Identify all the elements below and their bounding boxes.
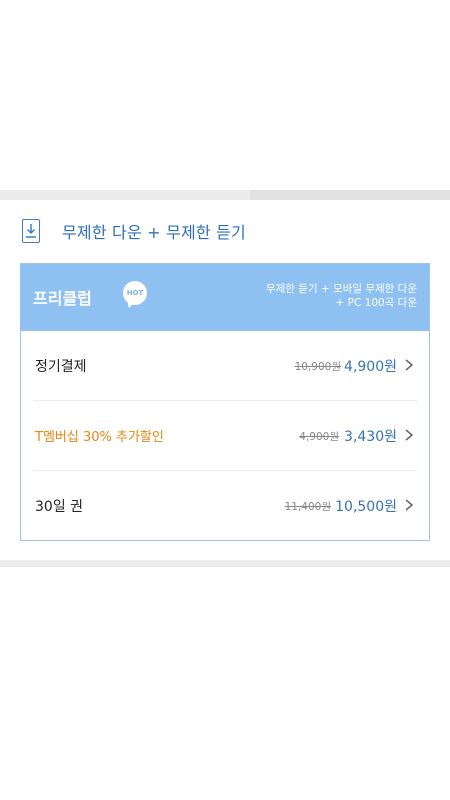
plan-description-line1: 무제한 듣기 + 모바일 무제한 다운 xyxy=(265,283,417,295)
option-original-price: 10,900원 xyxy=(294,361,341,373)
option-original-price: 11,400원 xyxy=(284,501,331,513)
option-label: 정기결제 xyxy=(35,359,87,375)
option-row-regular-payment[interactable]: 정기결제 10,900원 4,900원 xyxy=(33,331,417,401)
top-divider-shade xyxy=(250,190,450,200)
plan-name: 프리클럽 xyxy=(33,289,92,308)
chevron-right-icon xyxy=(405,429,414,441)
option-price: 4,900원 xyxy=(344,359,397,375)
bottom-divider xyxy=(0,560,450,567)
page: 무제한 다운 + 무제한 듣기 프리클럽 HOT 무제한 듣기 + 모바일 무제… xyxy=(0,0,450,800)
section-title: 무제한 다운 + 무제한 듣기 xyxy=(62,223,246,242)
option-price: 3,430원 xyxy=(344,429,397,445)
option-label: 30일 권 xyxy=(35,499,84,515)
plan-card: 프리클럽 HOT 무제한 듣기 + 모바일 무제한 다운 + PC 100곡 다… xyxy=(20,263,430,541)
hot-badge: HOT xyxy=(123,281,147,305)
plan-description-line2: + PC 100곡 다운 xyxy=(335,297,418,309)
option-original-price: 4,900원 xyxy=(299,431,339,443)
section-header: 무제한 다운 + 무제한 듣기 xyxy=(22,216,246,246)
option-label: T멤버십 30% 추가할인 xyxy=(35,430,164,445)
option-row-tmembership[interactable]: T멤버십 30% 추가할인 4,900원 3,430원 xyxy=(33,401,417,471)
plan-description: 무제한 듣기 + 모바일 무제한 다운 + PC 100곡 다운 xyxy=(266,282,417,310)
option-row-30day-pass[interactable]: 30일 권 11,400원 10,500원 xyxy=(33,471,417,540)
option-price: 10,500원 xyxy=(335,499,397,515)
download-icon xyxy=(22,219,40,243)
chevron-right-icon xyxy=(405,499,414,511)
plan-card-header: 프리클럽 HOT 무제한 듣기 + 모바일 무제한 다운 + PC 100곡 다… xyxy=(21,264,429,331)
chevron-right-icon xyxy=(405,359,414,371)
